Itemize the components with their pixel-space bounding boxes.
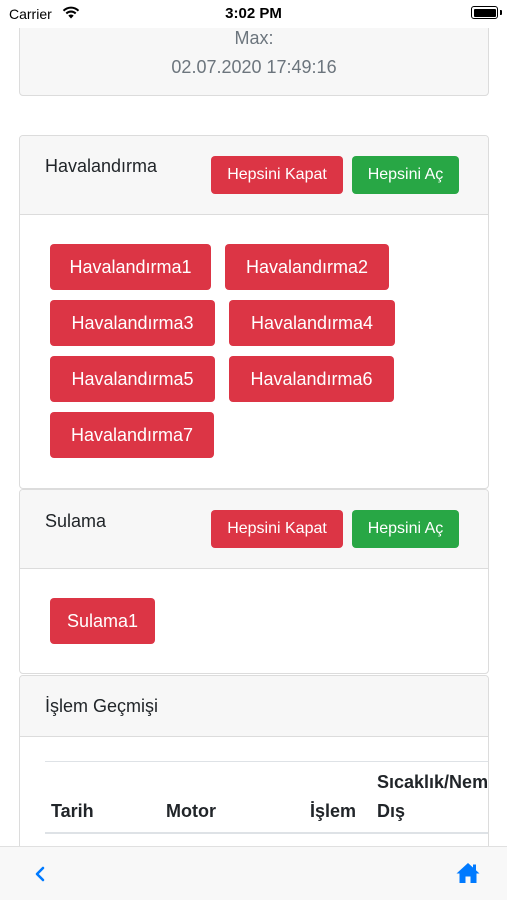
column-header-temp-humidity: Sıcaklık/Nem [377,772,489,792]
column-header-date: Tarih [51,801,94,821]
status-bar: Carrier 3:02 PM [0,0,507,28]
irrigation-open-all-button[interactable]: Hepsini Aç [352,510,459,548]
ventilation-open-all-button[interactable]: Hepsini Aç [352,156,459,194]
ventilation-device-button[interactable]: Havalandırma6 [229,356,394,402]
ventilation-device-button[interactable]: Havalandırma2 [225,244,389,290]
irrigation-card-header: Sulama Hepsini Kapat Hepsini Aç [20,490,488,569]
ventilation-device-button[interactable]: Havalandırma1 [50,244,211,290]
battery-icon [471,6,502,19]
max-label: Max: [234,28,274,48]
ventilation-card: Havalandırma Hepsini Kapat Hepsini Aç Ha… [19,135,489,489]
ventilation-card-header: Havalandırma Hepsini Kapat Hepsini Aç [20,136,488,215]
column-header-motor: Motor [166,801,216,821]
ventilation-title: Havalandırma [45,156,158,176]
home-icon[interactable] [455,861,481,885]
ventilation-device-button[interactable]: Havalandırma3 [50,300,215,346]
history-card-header: İşlem Geçmişi [20,676,488,737]
table-top-border [45,761,488,762]
irrigation-card: Sulama Hepsini Kapat Hepsini Aç Sulama1 [19,489,489,674]
status-time: 3:02 PM [225,5,282,22]
ventilation-device-button[interactable]: Havalandırma7 [50,412,214,458]
ventilation-close-all-button[interactable]: Hepsini Kapat [211,156,343,194]
column-header-action: İşlem [310,801,357,821]
bottom-toolbar [0,846,507,900]
irrigation-title: Sulama [45,511,107,531]
column-header-outside: Dış [377,801,406,821]
chevron-left-icon[interactable] [30,861,50,887]
max-date: 02.07.2020 17:49:16 [171,57,337,77]
ventilation-device-button[interactable]: Havalandırma4 [229,300,395,346]
history-title: İşlem Geçmişi [45,696,159,716]
ventilation-device-button[interactable]: Havalandırma5 [50,356,215,402]
irrigation-close-all-button[interactable]: Hepsini Kapat [211,510,343,548]
table-header-border [45,832,488,834]
irrigation-device-button[interactable]: Sulama1 [50,598,155,644]
